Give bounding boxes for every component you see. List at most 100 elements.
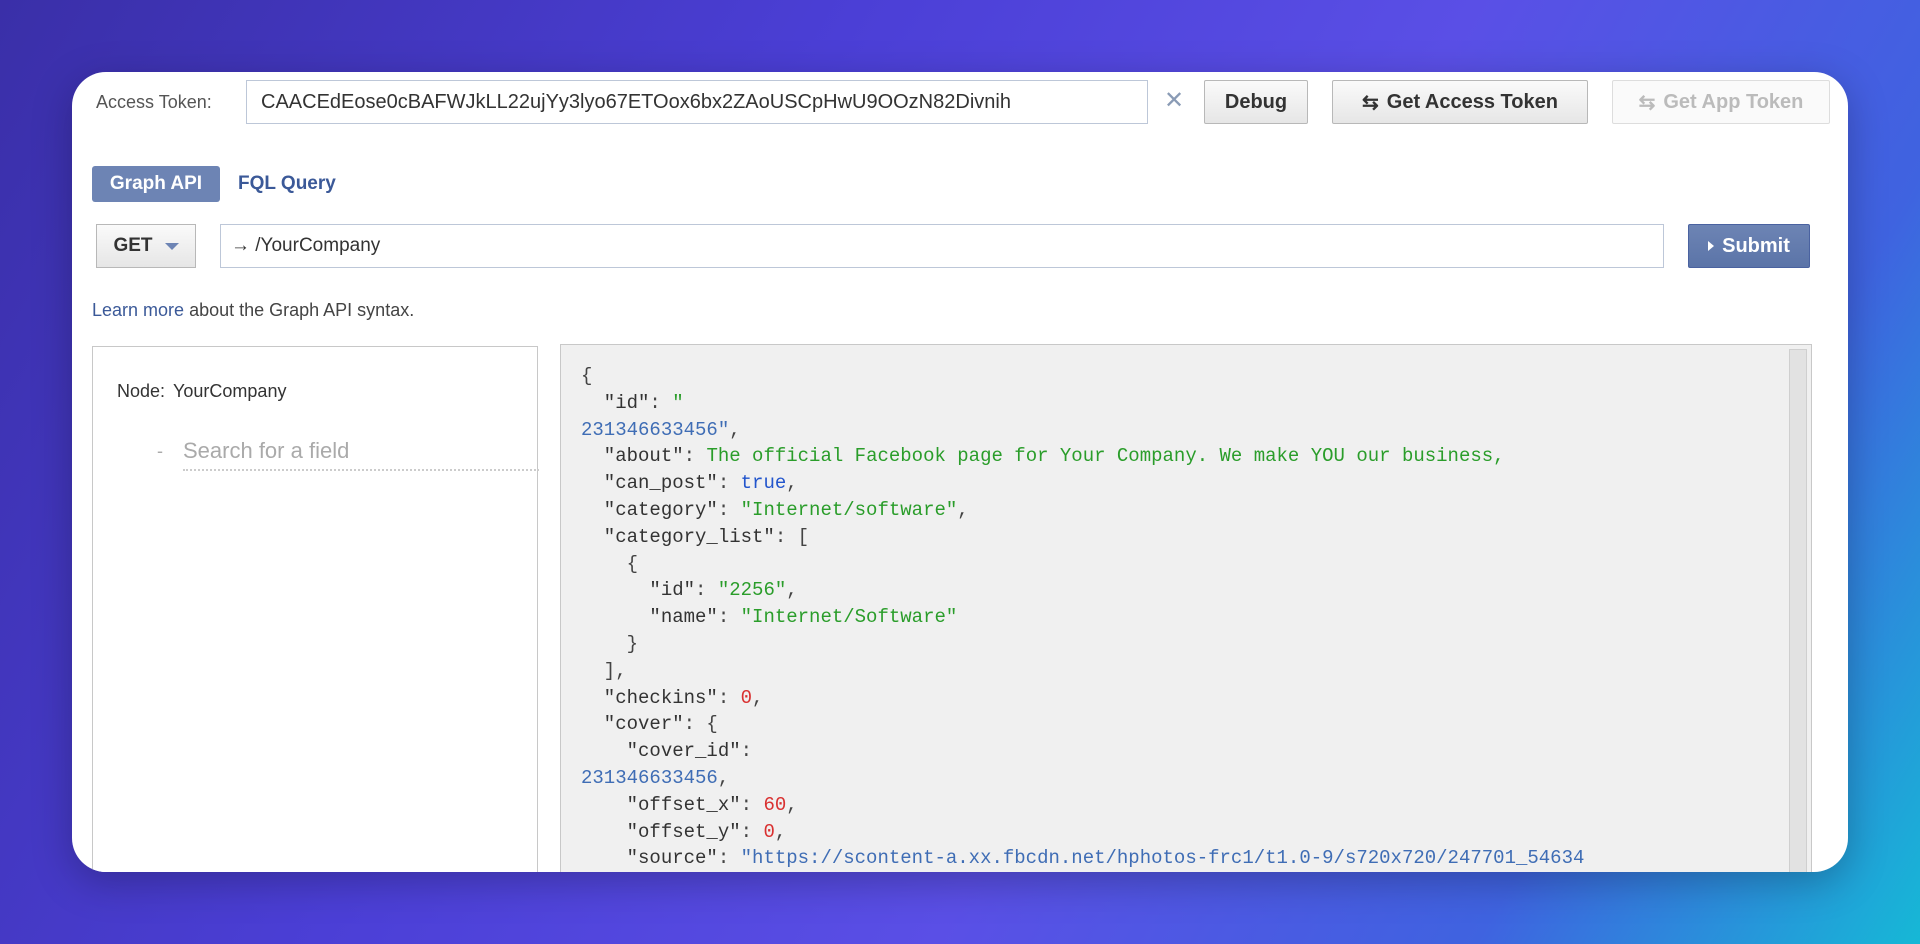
field-search-row: - bbox=[157, 433, 539, 473]
http-method-dropdown[interactable]: GET bbox=[96, 224, 196, 268]
play-icon bbox=[1708, 241, 1715, 251]
json-token: "can_post" bbox=[581, 472, 718, 495]
json-line: "source": "https://scontent-a.xx.fbcdn.n… bbox=[581, 845, 1585, 872]
json-line: "can_post": true, bbox=[581, 470, 1584, 497]
field-search-input[interactable] bbox=[183, 433, 539, 471]
access-token-label: Access Token: bbox=[96, 92, 212, 112]
json-token: : bbox=[683, 445, 707, 468]
json-token: , bbox=[786, 579, 798, 602]
submit-button[interactable]: Submit bbox=[1688, 224, 1810, 268]
json-line: "offset_y": 0, bbox=[581, 819, 1584, 846]
json-token: { bbox=[581, 365, 593, 387]
json-token: "category_list" bbox=[581, 525, 775, 548]
json-token: "name" bbox=[581, 606, 718, 629]
json-token: " bbox=[672, 391, 684, 414]
json-token: "source" bbox=[581, 847, 718, 870]
json-token: : bbox=[717, 847, 741, 870]
json-token: , bbox=[957, 498, 969, 521]
json-token: : bbox=[717, 606, 741, 629]
json-line: "id": " bbox=[581, 390, 1584, 417]
json-token: "offset_x" bbox=[581, 793, 741, 816]
json-line: { bbox=[581, 363, 1584, 390]
json-response: { "id": " 231346633456", "about": The off… bbox=[581, 363, 1584, 872]
json-token: "cover_id" bbox=[581, 740, 741, 763]
json-line: } bbox=[581, 631, 1584, 658]
json-token: : bbox=[740, 740, 753, 763]
json-token: "about" bbox=[581, 445, 684, 468]
json-token: 231346633456 bbox=[581, 766, 718, 789]
json-token: , bbox=[752, 686, 764, 709]
json-token: true bbox=[740, 472, 787, 495]
json-line: "cover_id": bbox=[581, 738, 1584, 765]
json-token: : [ bbox=[774, 525, 810, 548]
submit-label: Submit bbox=[1722, 234, 1790, 257]
json-line: "about": The official Facebook page for … bbox=[581, 443, 1584, 470]
json-token: "cover" bbox=[581, 713, 684, 736]
debug-button[interactable]: Debug bbox=[1204, 80, 1308, 124]
json-token: , bbox=[717, 766, 730, 789]
json-token: , bbox=[786, 472, 798, 495]
json-line: "category": "Internet/software", bbox=[581, 497, 1584, 524]
node-value: YourCompany bbox=[173, 381, 287, 401]
json-line: "id": "2256", bbox=[581, 577, 1584, 604]
tab-graph-api[interactable]: Graph API bbox=[92, 166, 220, 202]
json-token: "offset_y" bbox=[581, 820, 741, 843]
get-access-token-button[interactable]: ⇆ Get Access Token bbox=[1332, 80, 1588, 124]
json-token: "id" bbox=[581, 391, 650, 414]
chevron-down-icon bbox=[164, 242, 179, 250]
close-icon[interactable]: ✕ bbox=[1164, 88, 1184, 114]
json-token: ], bbox=[581, 659, 627, 682]
json-line: "checkins": 0, bbox=[581, 685, 1584, 712]
json-token: 60 bbox=[763, 793, 787, 816]
json-token: 0 bbox=[763, 820, 775, 843]
json-line: 231346633456", bbox=[581, 417, 1584, 444]
json-token: 231346633456" bbox=[581, 418, 730, 441]
json-token: The official Facebook page for Your Comp… bbox=[706, 445, 1505, 468]
access-token-input[interactable]: CAACEdEose0cBAFWJkLL22ujYy3lyo67ETOox6bx… bbox=[246, 80, 1148, 124]
json-token: : bbox=[740, 820, 764, 843]
json-line: "name": "Internet/Software" bbox=[581, 604, 1584, 631]
tab-fql-query[interactable]: FQL Query bbox=[238, 173, 336, 195]
response-panel: { "id": " 231346633456", "about": The off… bbox=[560, 344, 1812, 872]
graph-api-explorer-window: Access Token: CAACEdEose0cBAFWJkLL22ujYy… bbox=[72, 72, 1848, 872]
access-token-row: Access Token: CAACEdEose0cBAFWJkLL22ujYy… bbox=[96, 80, 1836, 126]
json-token: "2256" bbox=[717, 579, 787, 602]
json-token: { bbox=[581, 552, 639, 575]
json-token: "Internet/Software" bbox=[740, 606, 958, 629]
get-access-token-label: Get Access Token bbox=[1386, 90, 1558, 113]
http-method-value: GET bbox=[113, 235, 153, 256]
swap-arrows-icon: ⇆ bbox=[1362, 91, 1379, 114]
json-token: "category" bbox=[581, 498, 718, 521]
json-token: , bbox=[786, 793, 798, 816]
learn-more-link[interactable]: Learn more bbox=[92, 300, 184, 320]
node-row: Node: YourCompany bbox=[117, 381, 286, 402]
json-token: , bbox=[729, 418, 741, 441]
json-token: "id" bbox=[581, 579, 696, 602]
field-explorer-panel: Node: YourCompany - bbox=[92, 346, 539, 872]
json-token: : bbox=[740, 793, 764, 816]
json-token: : { bbox=[683, 713, 718, 736]
syntax-help-text: Learn more about the Graph API syntax. bbox=[92, 300, 414, 321]
json-line: { bbox=[581, 551, 1584, 578]
syntax-help-suffix: about the Graph API syntax. bbox=[184, 300, 415, 320]
json-token: : bbox=[695, 579, 718, 602]
json-line: 231346633456, bbox=[581, 765, 1584, 792]
json-token: , bbox=[774, 820, 787, 843]
json-line: "category_list": [ bbox=[581, 524, 1584, 551]
json-line: "cover": { bbox=[581, 711, 1584, 738]
json-token: "https://scontent-a.xx.fbcdn.net/hphotos… bbox=[740, 847, 1585, 870]
debug-button-label: Debug bbox=[1224, 90, 1288, 113]
json-token: : bbox=[717, 498, 741, 521]
json-line: "offset_x": 60, bbox=[581, 792, 1584, 819]
response-scrollbar[interactable] bbox=[1789, 349, 1807, 872]
json-token: : bbox=[717, 686, 741, 709]
json-token: "Internet/software" bbox=[740, 498, 958, 521]
json-token: : bbox=[717, 472, 741, 495]
swap-arrows-icon: ⇆ bbox=[1638, 91, 1656, 114]
node-label: Node: bbox=[117, 381, 166, 401]
json-token: "checkins" bbox=[581, 686, 718, 709]
search-bullet: - bbox=[157, 441, 163, 461]
get-app-token-button[interactable]: ⇆ Get App Token bbox=[1612, 80, 1830, 124]
json-token: 0 bbox=[740, 686, 753, 709]
graph-path-input[interactable]: → /YourCompany bbox=[220, 224, 1664, 268]
